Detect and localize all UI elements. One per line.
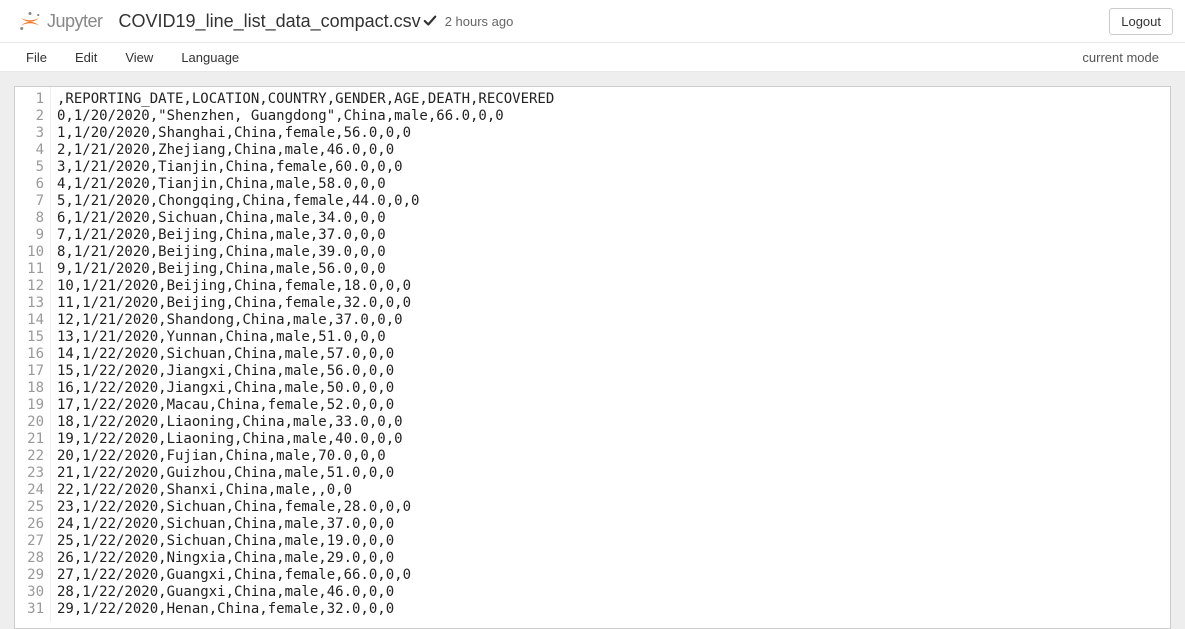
line-number: 5 xyxy=(17,159,44,176)
saved-check-icon xyxy=(423,14,437,28)
code-content[interactable]: ,REPORTING_DATE,LOCATION,COUNTRY,GENDER,… xyxy=(51,87,554,622)
code-line[interactable]: 25,1/22/2020,Sichuan,China,male,19.0,0,0 xyxy=(57,533,554,550)
code-line[interactable]: 16,1/22/2020,Jiangxi,China,male,50.0,0,0 xyxy=(57,380,554,397)
code-line[interactable]: 7,1/21/2020,Beijing,China,male,37.0,0,0 xyxy=(57,227,554,244)
line-number: 19 xyxy=(17,397,44,414)
line-number: 30 xyxy=(17,584,44,601)
code-line[interactable]: 12,1/21/2020,Shandong,China,male,37.0,0,… xyxy=(57,312,554,329)
line-number: 13 xyxy=(17,295,44,312)
code-line[interactable]: 28,1/22/2020,Guangxi,China,male,46.0,0,0 xyxy=(57,584,554,601)
line-number: 6 xyxy=(17,176,44,193)
code-line[interactable]: 4,1/21/2020,Tianjin,China,male,58.0,0,0 xyxy=(57,176,554,193)
code-line[interactable]: ,REPORTING_DATE,LOCATION,COUNTRY,GENDER,… xyxy=(57,91,554,108)
menu-edit[interactable]: Edit xyxy=(61,46,111,69)
code-line[interactable]: 21,1/22/2020,Guizhou,China,male,51.0,0,0 xyxy=(57,465,554,482)
line-number: 10 xyxy=(17,244,44,261)
line-number: 2 xyxy=(17,108,44,125)
line-number: 28 xyxy=(17,550,44,567)
line-number: 27 xyxy=(17,533,44,550)
code-line[interactable]: 29,1/22/2020,Henan,China,female,32.0,0,0 xyxy=(57,601,554,618)
line-number: 1 xyxy=(17,91,44,108)
code-line[interactable]: 8,1/21/2020,Beijing,China,male,39.0,0,0 xyxy=(57,244,554,261)
line-number: 14 xyxy=(17,312,44,329)
mode-indicator: current mode xyxy=(1074,46,1175,69)
code-line[interactable]: 24,1/22/2020,Sichuan,China,male,37.0,0,0 xyxy=(57,516,554,533)
code-line[interactable]: 20,1/22/2020,Fujian,China,male,70.0,0,0 xyxy=(57,448,554,465)
line-number: 8 xyxy=(17,210,44,227)
workspace: 1234567891011121314151617181920212223242… xyxy=(0,72,1185,629)
code-line[interactable]: 2,1/21/2020,Zhejiang,China,male,46.0,0,0 xyxy=(57,142,554,159)
line-number: 26 xyxy=(17,516,44,533)
code-line[interactable]: 10,1/21/2020,Beijing,China,female,18.0,0… xyxy=(57,278,554,295)
line-number: 7 xyxy=(17,193,44,210)
code-line[interactable]: 5,1/21/2020,Chongqing,China,female,44.0,… xyxy=(57,193,554,210)
menubar: File Edit View Language current mode xyxy=(0,43,1185,72)
file-title[interactable]: COVID19_line_list_data_compact.csv xyxy=(119,11,421,32)
code-line[interactable]: 26,1/22/2020,Ningxia,China,male,29.0,0,0 xyxy=(57,550,554,567)
code-line[interactable]: 11,1/21/2020,Beijing,China,female,32.0,0… xyxy=(57,295,554,312)
code-line[interactable]: 19,1/22/2020,Liaoning,China,male,40.0,0,… xyxy=(57,431,554,448)
line-gutter: 1234567891011121314151617181920212223242… xyxy=(15,87,51,622)
logout-button[interactable]: Logout xyxy=(1109,8,1173,35)
code-line[interactable]: 22,1/22/2020,Shanxi,China,male,,0,0 xyxy=(57,482,554,499)
code-line[interactable]: 14,1/22/2020,Sichuan,China,male,57.0,0,0 xyxy=(57,346,554,363)
code-line[interactable]: 15,1/22/2020,Jiangxi,China,male,56.0,0,0 xyxy=(57,363,554,380)
code-line[interactable]: 13,1/21/2020,Yunnan,China,male,51.0,0,0 xyxy=(57,329,554,346)
line-number: 18 xyxy=(17,380,44,397)
jupyter-logo-icon xyxy=(18,9,42,33)
line-number: 29 xyxy=(17,567,44,584)
menu-language[interactable]: Language xyxy=(167,46,253,69)
last-saved-timestamp: 2 hours ago xyxy=(445,14,514,29)
line-number: 3 xyxy=(17,125,44,142)
jupyter-logo-text: Jupyter xyxy=(47,11,103,32)
line-number: 23 xyxy=(17,465,44,482)
code-line[interactable]: 27,1/22/2020,Guangxi,China,female,66.0,0… xyxy=(57,567,554,584)
line-number: 22 xyxy=(17,448,44,465)
line-number: 20 xyxy=(17,414,44,431)
line-number: 9 xyxy=(17,227,44,244)
code-line[interactable]: 23,1/22/2020,Sichuan,China,female,28.0,0… xyxy=(57,499,554,516)
line-number: 11 xyxy=(17,261,44,278)
header: Jupyter COVID19_line_list_data_compact.c… xyxy=(0,0,1185,43)
code-line[interactable]: 0,1/20/2020,"Shenzhen, Guangdong",China,… xyxy=(57,108,554,125)
line-number: 4 xyxy=(17,142,44,159)
line-number: 31 xyxy=(17,601,44,618)
code-line[interactable]: 1,1/20/2020,Shanghai,China,female,56.0,0… xyxy=(57,125,554,142)
line-number: 12 xyxy=(17,278,44,295)
line-number: 25 xyxy=(17,499,44,516)
code-line[interactable]: 9,1/21/2020,Beijing,China,male,56.0,0,0 xyxy=(57,261,554,278)
menu-view[interactable]: View xyxy=(111,46,167,69)
text-editor[interactable]: 1234567891011121314151617181920212223242… xyxy=(14,86,1171,629)
jupyter-logo-link[interactable]: Jupyter xyxy=(18,9,103,33)
line-number: 15 xyxy=(17,329,44,346)
menu-file[interactable]: File xyxy=(10,46,61,69)
code-line[interactable]: 6,1/21/2020,Sichuan,China,male,34.0,0,0 xyxy=(57,210,554,227)
code-line[interactable]: 17,1/22/2020,Macau,China,female,52.0,0,0 xyxy=(57,397,554,414)
code-line[interactable]: 3,1/21/2020,Tianjin,China,female,60.0,0,… xyxy=(57,159,554,176)
line-number: 16 xyxy=(17,346,44,363)
code-line[interactable]: 18,1/22/2020,Liaoning,China,male,33.0,0,… xyxy=(57,414,554,431)
line-number: 24 xyxy=(17,482,44,499)
line-number: 21 xyxy=(17,431,44,448)
line-number: 17 xyxy=(17,363,44,380)
